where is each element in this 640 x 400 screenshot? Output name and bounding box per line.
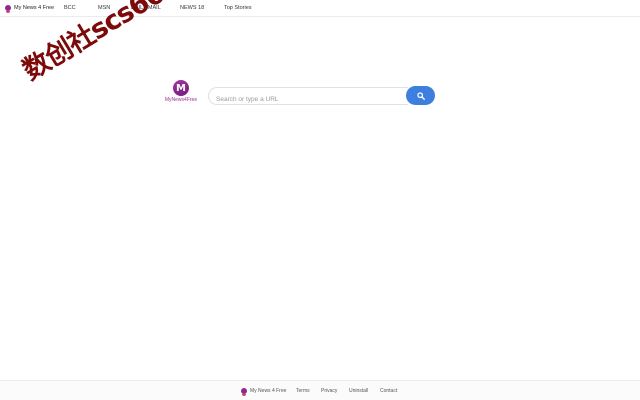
nav-link-top-stories[interactable]: Top Stories	[224, 5, 252, 11]
mynews4free-logo-icon	[5, 5, 11, 13]
nav-link-msn[interactable]: MSN	[98, 5, 110, 11]
footer-link-uninstall[interactable]: Uninstall	[349, 388, 368, 394]
footer-brand-label: My News 4 Free	[250, 388, 287, 394]
search-button[interactable]	[406, 86, 435, 105]
main-logo: M MyNews4Free	[164, 80, 198, 103]
main-logo-text: MyNews4Free	[164, 97, 198, 103]
topbar-brand-link[interactable]: My News 4 Free	[5, 5, 55, 13]
footer: My News 4 Free Terms Privacy Uninstall C…	[0, 380, 640, 400]
search-icon	[416, 91, 425, 100]
footer-link-privacy[interactable]: Privacy	[321, 388, 337, 394]
search-box	[208, 87, 408, 109]
top-nav-bar: My News 4 Free BCC MSN DAILY MAIL NEWS 1…	[0, 0, 640, 17]
mynews4free-logo-icon: M	[173, 80, 189, 96]
search-input[interactable]	[214, 90, 408, 109]
topbar-brand-label: My News 4 Free	[14, 5, 55, 11]
new-tab-page: My News 4 Free BCC MSN DAILY MAIL NEWS 1…	[0, 0, 640, 400]
footer-link-terms[interactable]: Terms	[296, 388, 310, 394]
mynews4free-logo-icon	[241, 388, 247, 396]
nav-link-news-18[interactable]: NEWS 18	[180, 5, 204, 11]
nav-link-bcc[interactable]: BCC	[64, 5, 76, 11]
footer-link-contact[interactable]: Contact	[380, 388, 397, 394]
footer-brand-link[interactable]: My News 4 Free	[241, 388, 287, 396]
nav-link-daily-mail[interactable]: DAILY MAIL	[131, 5, 161, 11]
